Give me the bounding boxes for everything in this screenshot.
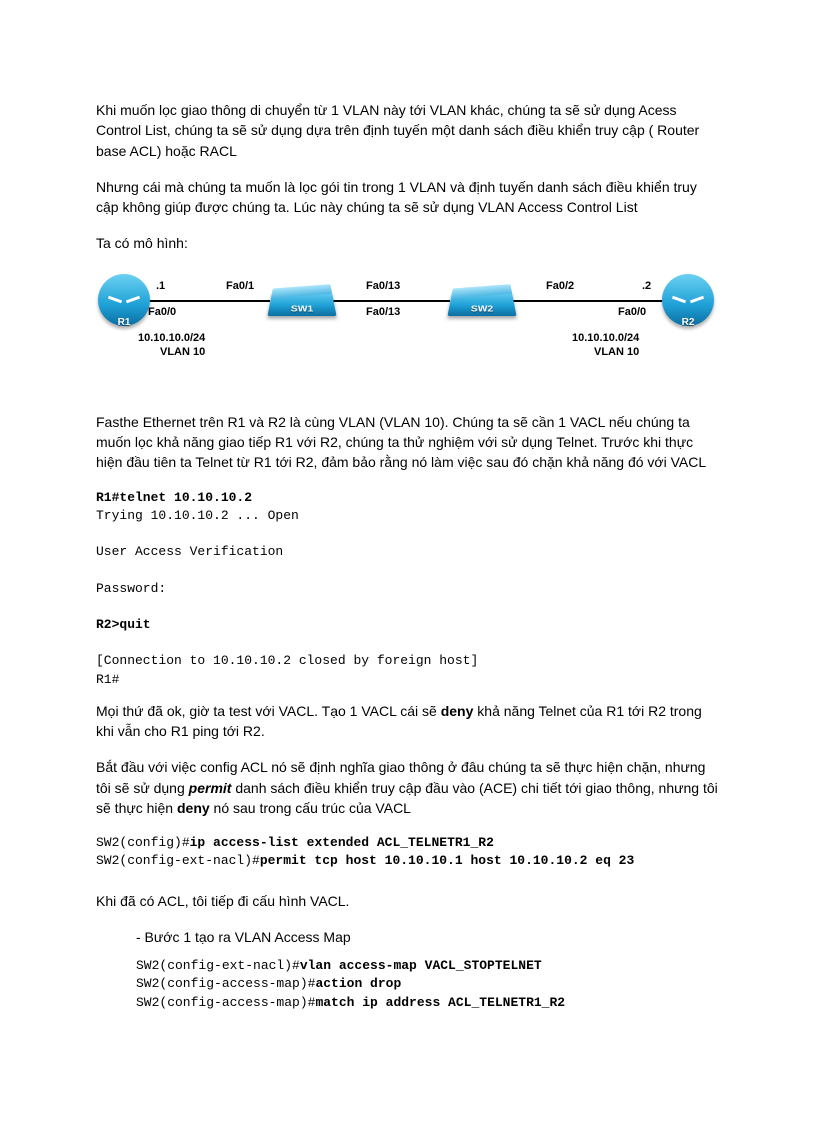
terminal-block-1: R1#telnet 10.10.10.2 Trying 10.10.10.2 .… bbox=[96, 489, 720, 689]
link-r1-sw1 bbox=[144, 300, 270, 302]
terminal-block-3: SW2(config-ext-nacl)#vlan access-map VAC… bbox=[136, 957, 720, 1012]
switch-sw2-label: SW2 bbox=[448, 304, 516, 314]
label-fa013-top: Fa0/13 bbox=[366, 280, 400, 292]
label-ip2: .2 bbox=[642, 280, 651, 292]
paragraph-2: Nhưng cái mà chúng ta muốn là lọc gói ti… bbox=[96, 177, 720, 218]
label-fa00-right: Fa0/0 bbox=[618, 306, 646, 318]
paragraph-5: Mọi thứ đã ok, giờ ta test với VACL. Tạo… bbox=[96, 701, 720, 742]
bullet-step-1: - Bước 1 tạo ra VLAN Access Map bbox=[136, 927, 720, 947]
label-ip1: .1 bbox=[156, 280, 165, 292]
paragraph-6: Bắt đầu với việc config ACL nó sẽ định n… bbox=[96, 757, 720, 818]
link-sw2-r2 bbox=[510, 300, 664, 302]
document-page: Khi muốn lọc giao thông di chuyển từ 1 V… bbox=[0, 0, 816, 1084]
switch-sw1-icon: SW1 bbox=[267, 291, 336, 315]
label-net-right: 10.10.10.0/24 bbox=[572, 332, 639, 344]
network-diagram: R1 SW1 SW2 R2 .1 Fa0/1 Fa0/0 Fa0/13 Fa0/… bbox=[96, 274, 720, 384]
label-fa01: Fa0/1 bbox=[226, 280, 254, 292]
label-fa013-bot: Fa0/13 bbox=[366, 306, 400, 318]
paragraph-3: Ta có mô hình: bbox=[96, 233, 720, 253]
switch-sw1-label: SW1 bbox=[268, 304, 336, 314]
router-r2-icon: R2 bbox=[662, 274, 714, 326]
paragraph-7: Khi đã có ACL, tôi tiếp đi cấu hình VACL… bbox=[96, 891, 720, 911]
paragraph-1: Khi muốn lọc giao thông di chuyển từ 1 V… bbox=[96, 100, 720, 161]
label-net-left: 10.10.10.0/24 bbox=[138, 332, 205, 344]
label-vlan-right: VLAN 10 bbox=[594, 346, 639, 358]
paragraph-4: Fasthe Ethernet trên R1 và R2 là cùng VL… bbox=[96, 412, 720, 473]
router-r1-icon: R1 bbox=[98, 274, 150, 326]
label-fa02: Fa0/2 bbox=[546, 280, 574, 292]
terminal-block-2: SW2(config)#ip access-list extended ACL_… bbox=[96, 834, 720, 870]
label-vlan-left: VLAN 10 bbox=[160, 346, 205, 358]
router-r2-label: R2 bbox=[662, 317, 714, 328]
switch-sw2-icon: SW2 bbox=[447, 291, 516, 315]
label-fa00-left: Fa0/0 bbox=[148, 306, 176, 318]
router-r1-label: R1 bbox=[98, 317, 150, 328]
link-sw1-sw2 bbox=[330, 300, 450, 302]
